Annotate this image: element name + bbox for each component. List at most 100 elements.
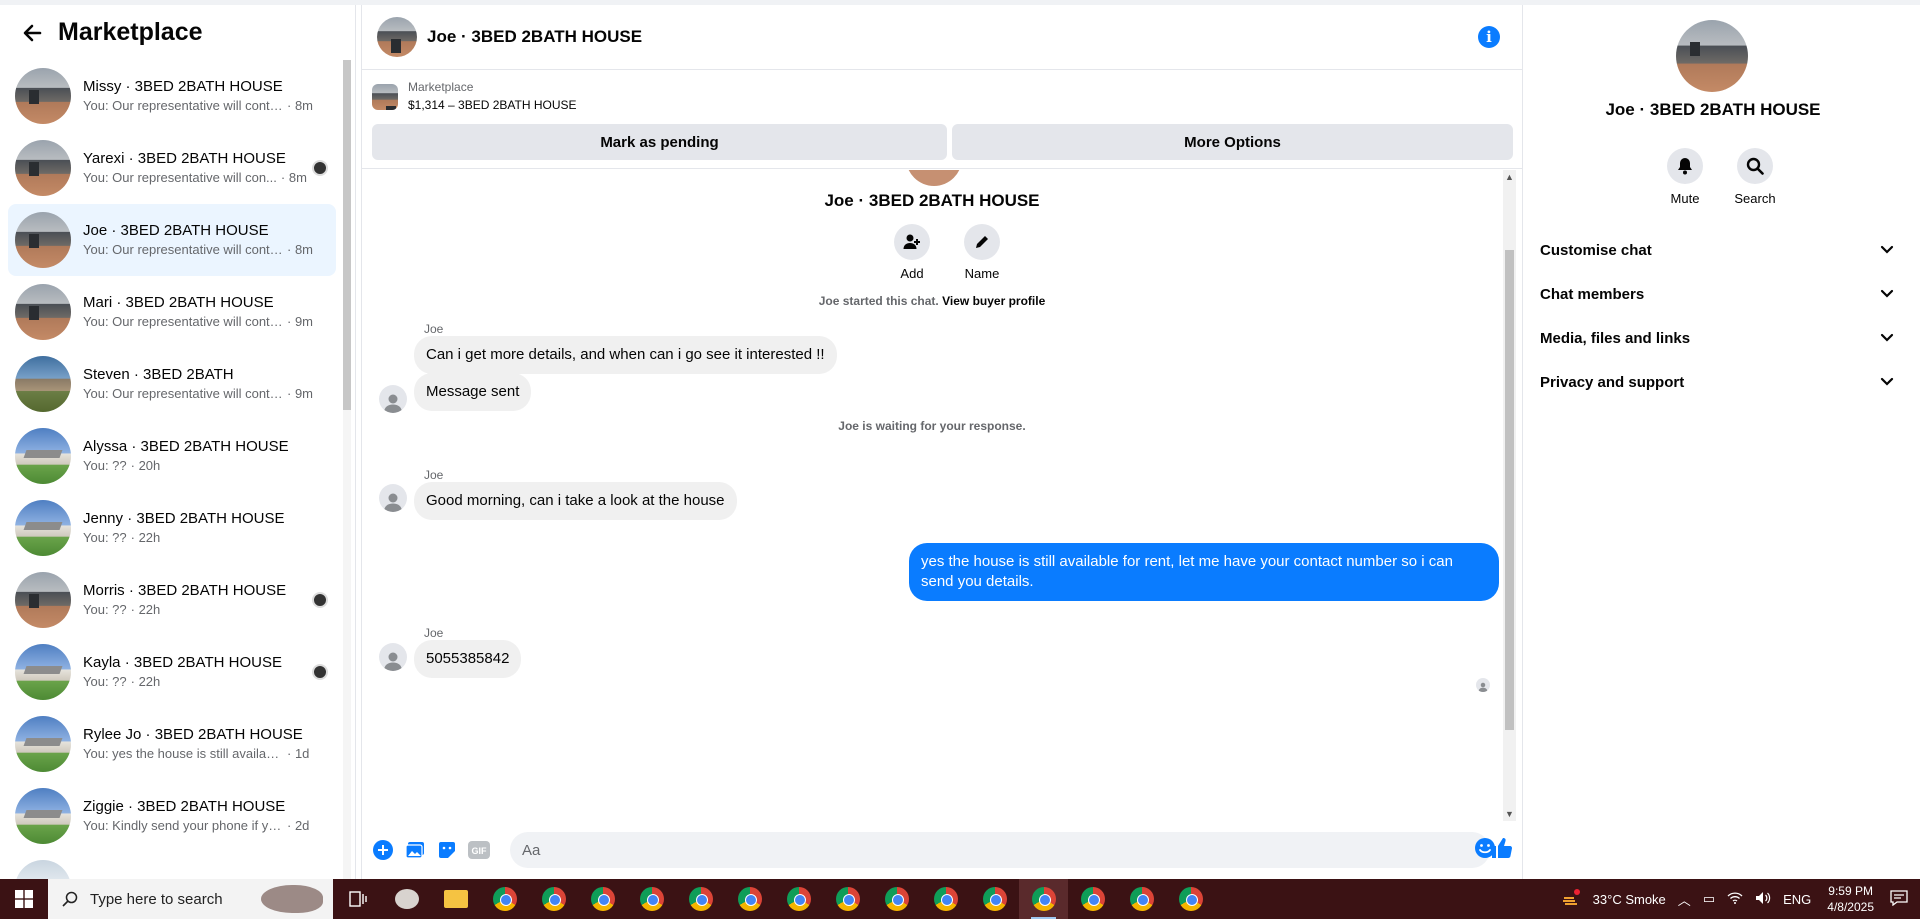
add-people-button[interactable]: Add: [887, 224, 937, 281]
search-highlight-image: [261, 885, 323, 913]
plus-icon[interactable]: [368, 835, 398, 865]
chrome-profile-icon[interactable]: [1166, 879, 1215, 919]
chrome-profile-icon[interactable]: [774, 879, 823, 919]
sender-name: Joe: [424, 626, 444, 640]
notification-icon[interactable]: [1890, 889, 1908, 909]
incoming-message[interactable]: Message sent: [414, 373, 532, 411]
chrome-profile-icon[interactable]: [529, 879, 578, 919]
chat-name: Steven · 3BED 2BATH: [83, 366, 234, 383]
incoming-message[interactable]: Good morning, can i take a look at the h…: [414, 482, 737, 520]
details-section-toggle[interactable]: Chat members: [1532, 272, 1902, 316]
meet-now-icon[interactable]: ▭: [1703, 891, 1715, 907]
message-input[interactable]: [510, 832, 1490, 868]
gif-icon[interactable]: GIF: [464, 835, 494, 865]
incoming-message[interactable]: Can i get more details, and when can i g…: [414, 336, 837, 374]
taskbar-search[interactable]: [48, 879, 333, 919]
chat-avatar: [15, 68, 71, 124]
chat-started-text: Joe started this chat.: [818, 294, 939, 308]
chrome-profile-icon[interactable]: [823, 879, 872, 919]
sidebar-scrollbar[interactable]: [343, 60, 351, 879]
more-options-button[interactable]: More Options: [952, 124, 1513, 160]
chrome-profile-icon[interactable]: [970, 879, 1019, 919]
listing-price-title: $1,314 – 3BED 2BATH HOUSE: [408, 98, 577, 112]
chrome-profile-icon[interactable]: [725, 879, 774, 919]
photo-icon[interactable]: [400, 835, 430, 865]
sender-avatar[interactable]: [379, 643, 407, 671]
svg-text:GIF: GIF: [472, 846, 488, 856]
chat-list: Missy · 3BED 2BATH HOUSE You: Our represe…: [0, 60, 344, 879]
chrome-icon[interactable]: [480, 879, 529, 919]
details-section-toggle[interactable]: Privacy and support: [1532, 360, 1902, 404]
details-section-toggle[interactable]: Customise chat: [1532, 228, 1902, 272]
chat-list-item[interactable]: Yarexi · 3BED 2BATH HOUSE You: Our repres…: [8, 132, 336, 204]
chat-avatar: [15, 284, 71, 340]
chat-avatar: [15, 212, 71, 268]
chrome-profile-icon[interactable]: [872, 879, 921, 919]
thread-contact-name: Joe · 3BED 2BATH HOUSE: [824, 191, 1040, 210]
chat-snippet: You: ??: [83, 458, 127, 473]
chat-list-item[interactable]: Morris · 3BED 2BATH HOUSE You: ?? · 22h: [8, 564, 336, 636]
chrome-profile-icon[interactable]: [921, 879, 970, 919]
weather-icon[interactable]: [1561, 888, 1581, 910]
conversation-avatar[interactable]: [377, 17, 417, 57]
wifi-icon[interactable]: [1727, 891, 1743, 907]
chrome-profile-icon-active[interactable]: [1019, 879, 1068, 919]
chat-name: Ziggie · 3BED 2BATH HOUSE: [83, 798, 286, 815]
taskbar-search-input[interactable]: [90, 890, 290, 908]
chat-list-item[interactable]: Mari · 3BED 2BATH HOUSE You: Our represen…: [8, 276, 336, 348]
conversation-title[interactable]: Joe · 3BED 2BATH HOUSE: [427, 27, 642, 47]
chat-time: · 9m: [287, 386, 313, 401]
incoming-message[interactable]: 5055385842: [414, 640, 522, 678]
edit-name-button[interactable]: Name: [957, 224, 1007, 281]
search-in-chat-button[interactable]: Search: [1729, 148, 1781, 206]
chat-list-item[interactable]: Kayla · 3BED 2BATH HOUSE You: ?? · 22h: [8, 636, 336, 708]
chat-list-item[interactable]: Rylee Jo · 3BED 2BATH HOUSE You: yes the …: [8, 708, 336, 780]
chrome-profile-icon[interactable]: [1117, 879, 1166, 919]
file-explorer-icon[interactable]: [431, 879, 480, 919]
chat-list-item[interactable]: Missy · 3BED 2BATH HOUSE You: Our represe…: [8, 60, 336, 132]
thread-scrollbar[interactable]: ▲ ▼: [1503, 170, 1516, 821]
speaker-icon[interactable]: [1755, 891, 1771, 908]
chat-list-item[interactable]: Jenny · 3BED 2BATH HOUSE You: ?? · 22h: [8, 492, 336, 564]
details-section-toggle[interactable]: Media, files and links: [1532, 316, 1902, 360]
thumbs-up-icon[interactable]: [1487, 833, 1517, 863]
chrome-profile-icon[interactable]: [578, 879, 627, 919]
clock-time: 9:59 PM: [1828, 884, 1873, 898]
chevron-up-icon[interactable]: ︿: [1678, 890, 1691, 909]
chat-name: Mari · 3BED 2BATH HOUSE: [83, 294, 274, 311]
chat-list-item[interactable]: Steven · 3BED 2BATH You: Our representati…: [8, 348, 336, 420]
scroll-up-arrow-icon[interactable]: ▲: [1505, 172, 1514, 182]
chat-list-item[interactable]: Joe · 3BED 2BATH HOUSE You: Our represent…: [8, 204, 336, 276]
chat-snippet: You: Our representative will conta...: [83, 314, 283, 329]
search-label: Search: [1734, 191, 1776, 206]
sticker-icon[interactable]: [432, 835, 462, 865]
chat-avatar: [15, 860, 71, 879]
clock[interactable]: 9:59 PM 4/8/2025: [1827, 883, 1874, 915]
app-icon[interactable]: [382, 879, 431, 919]
mute-button[interactable]: Mute: [1659, 148, 1711, 206]
chat-list-item[interactable]: Ziggie · 3BED 2BATH HOUSE You: Kindly sen…: [8, 780, 336, 852]
chat-name: Kayla · 3BED 2BATH HOUSE: [83, 654, 282, 671]
windows-start-icon[interactable]: [0, 879, 48, 919]
seen-indicator-avatar: [1476, 678, 1490, 692]
conversation-pane: Joe · 3BED 2BATH HOUSE i Marketplace $1,…: [361, 5, 1523, 879]
scroll-down-arrow-icon[interactable]: ▼: [1505, 809, 1514, 819]
info-icon[interactable]: i: [1478, 26, 1500, 48]
chat-time: · 22h: [130, 602, 161, 617]
mark-as-pending-button[interactable]: Mark as pending: [372, 124, 947, 160]
details-avatar[interactable]: [1676, 20, 1748, 92]
chat-list-item[interactable]: Zelda · 3BED 3BATH HOUSE: [8, 852, 336, 879]
back-arrow-icon[interactable]: [20, 21, 44, 45]
sender-avatar[interactable]: [379, 484, 407, 512]
task-view-icon[interactable]: [333, 879, 382, 919]
weather-text[interactable]: 33°C Smoke: [1593, 892, 1666, 907]
chrome-profile-icon[interactable]: [1068, 879, 1117, 919]
sender-avatar[interactable]: [379, 385, 407, 413]
listing-info[interactable]: Marketplace $1,314 – 3BED 2BATH HOUSE: [372, 79, 577, 114]
outgoing-message[interactable]: yes the house is still available for ren…: [909, 543, 1499, 601]
chrome-profile-icon[interactable]: [627, 879, 676, 919]
language-indicator[interactable]: ENG: [1783, 892, 1811, 907]
chrome-profile-icon[interactable]: [676, 879, 725, 919]
view-buyer-profile-link[interactable]: View buyer profile: [942, 294, 1045, 308]
chat-list-item[interactable]: Alyssa · 3BED 2BATH HOUSE You: ?? · 20h: [8, 420, 336, 492]
